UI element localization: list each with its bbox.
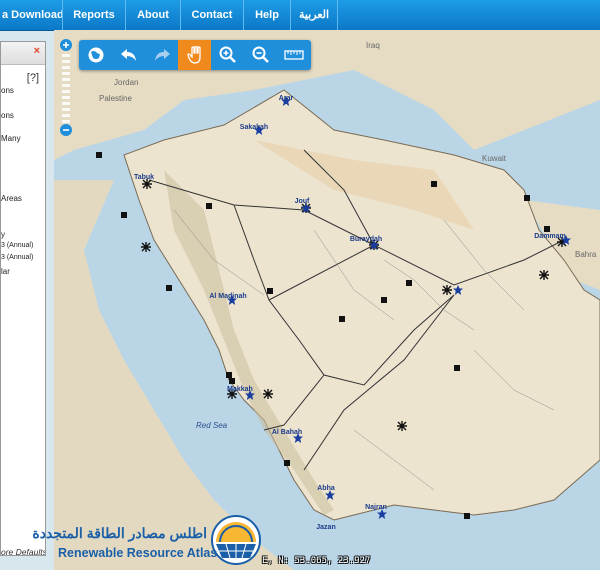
zoom-out-icon[interactable] bbox=[244, 40, 277, 70]
layer-label[interactable]: 3 (Annual) bbox=[1, 254, 33, 261]
layer-label[interactable]: ons bbox=[1, 111, 14, 120]
city-label-jazan: Jazan bbox=[316, 524, 336, 531]
atlas-logo-icon bbox=[211, 515, 261, 565]
layer-label[interactable]: ons bbox=[1, 86, 14, 95]
layer-label[interactable]: Areas bbox=[1, 194, 22, 203]
layer-label[interactable]: lar bbox=[1, 267, 10, 276]
city-label-dammam: Dammam bbox=[534, 233, 566, 240]
city-label-tabuk: Tabuk bbox=[133, 174, 155, 181]
layers-panel: × [?] ons ons Many Areas y 3 (Annual) 3 … bbox=[0, 41, 46, 556]
sea-label-red-sea: Red Sea bbox=[196, 421, 228, 430]
country-label-jordan: Jordan bbox=[114, 78, 139, 87]
city-label-abha: Abha bbox=[317, 485, 335, 492]
city-label-bahah: Al Bahah bbox=[271, 429, 303, 436]
country-label-palestine: Palestine bbox=[99, 94, 132, 103]
nav-reports[interactable]: Reports bbox=[63, 0, 126, 30]
city-label-buraydah: Buraydah bbox=[349, 236, 383, 243]
coordinate-readout: E, N: 53.065, 23.927 bbox=[262, 556, 371, 566]
country-label-iraq: Iraq bbox=[366, 41, 380, 50]
top-nav: a Download Reports About Contact Help ال… bbox=[0, 0, 600, 31]
pan-hand-icon[interactable] bbox=[178, 40, 211, 70]
map-view[interactable]: Iraq Jordan Palestine Kuwait Bahra Red S… bbox=[54, 30, 600, 570]
city-label-najran: Najran bbox=[365, 504, 387, 511]
country-label-kuwait: Kuwait bbox=[482, 154, 507, 163]
nav-download[interactable]: a Download bbox=[0, 0, 63, 30]
city-label-jouf: Jouf bbox=[294, 198, 310, 205]
map-toolbar bbox=[79, 40, 311, 70]
panel-close-icon[interactable]: × bbox=[34, 45, 40, 57]
redo-icon[interactable] bbox=[145, 40, 178, 70]
globe-icon[interactable] bbox=[79, 40, 112, 70]
panel-header: × bbox=[1, 42, 45, 65]
city-label-arar: Arar bbox=[278, 95, 294, 102]
restore-defaults-link[interactable]: ore Defaults bbox=[1, 547, 45, 555]
measure-icon[interactable] bbox=[277, 40, 310, 70]
country-label-bahrain: Bahra bbox=[575, 250, 597, 259]
city-label-makkah: Makkah bbox=[227, 386, 253, 393]
branding-english: Renewable Resource Atlas bbox=[58, 546, 218, 560]
branding-arabic: اطلس مصادر الطاقة المتجددة bbox=[32, 525, 207, 541]
nav-about[interactable]: About bbox=[126, 0, 181, 30]
nav-contact[interactable]: Contact bbox=[181, 0, 244, 30]
nav-help[interactable]: Help bbox=[244, 0, 291, 30]
city-label-madinah: Al Madinah bbox=[209, 293, 247, 300]
zoom-in-icon[interactable] bbox=[211, 40, 244, 70]
help-icon[interactable]: [?] bbox=[27, 72, 39, 84]
undo-icon[interactable] bbox=[112, 40, 145, 70]
layer-label[interactable]: Many bbox=[1, 134, 21, 143]
city-label-sakakah: Sakakah bbox=[239, 124, 269, 131]
nav-arabic[interactable]: العربية bbox=[291, 0, 338, 30]
layer-label[interactable]: 3 (Annual) bbox=[1, 242, 33, 249]
zoom-slider[interactable] bbox=[58, 38, 74, 138]
layer-label[interactable]: y bbox=[1, 230, 5, 239]
